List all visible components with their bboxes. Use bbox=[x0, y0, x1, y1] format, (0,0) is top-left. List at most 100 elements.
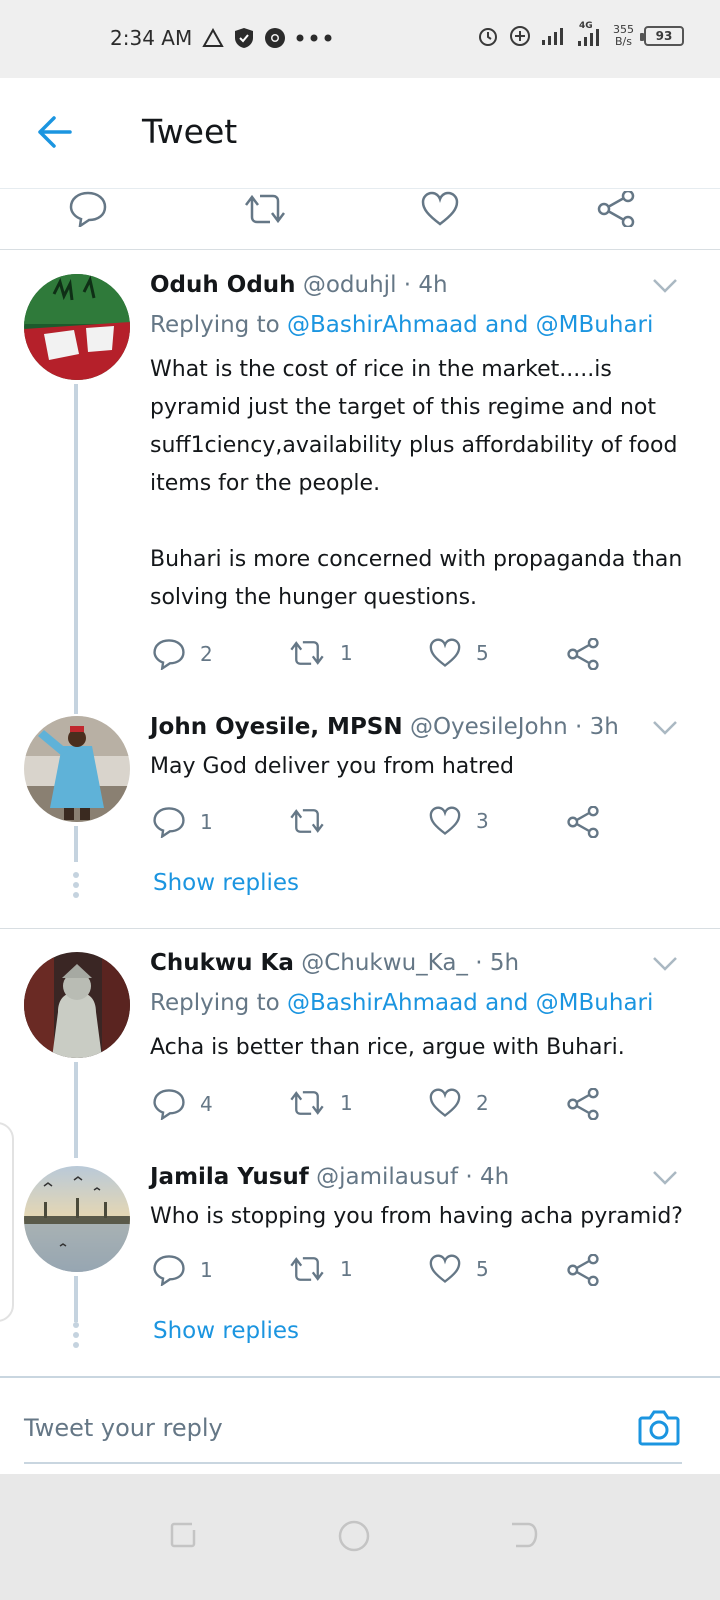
status-bar: 2:34 AM 4G 355 B/s 93 bbox=[0, 0, 720, 78]
battery-level: 93 bbox=[655, 29, 673, 43]
shield-icon bbox=[234, 27, 254, 49]
reply-tweet[interactable]: Oduh Oduh @oduhjl · 4h Replying to @Bash… bbox=[0, 250, 720, 714]
reply-icon[interactable] bbox=[68, 191, 108, 231]
header: Tweet bbox=[0, 78, 720, 188]
tweet-text: Acha is better than rice, argue with Buh… bbox=[150, 1035, 625, 1060]
like-count: 2 bbox=[476, 1091, 489, 1115]
recents-icon[interactable] bbox=[168, 1520, 198, 1554]
reply-count: 1 bbox=[200, 1258, 213, 1282]
retweet-action[interactable]: 1 bbox=[288, 1254, 353, 1284]
like-action[interactable]: 5 bbox=[428, 638, 489, 668]
retweet-action[interactable]: 1 bbox=[288, 1088, 353, 1118]
like-icon bbox=[429, 1254, 461, 1283]
page-title: Tweet bbox=[142, 112, 238, 151]
tweet-actions: 1 1 5 bbox=[152, 1254, 612, 1288]
reply-count: 2 bbox=[200, 642, 213, 666]
signal-label: 4G bbox=[579, 21, 593, 31]
thread-line bbox=[74, 1276, 78, 1322]
share-action[interactable] bbox=[566, 1088, 600, 1120]
reply-input-underline bbox=[24, 1462, 682, 1464]
reply-tweet[interactable]: Jamila Yusuf @jamilausuf · 4h Who is sto… bbox=[0, 1144, 720, 1374]
tweet-actions: 4 1 2 bbox=[152, 1088, 612, 1122]
retweet-icon[interactable] bbox=[242, 191, 288, 231]
chevron-down-icon[interactable] bbox=[652, 278, 678, 298]
tweet-header: Jamila Yusuf @jamilausuf · 4h bbox=[150, 1164, 509, 1190]
retweet-icon bbox=[290, 1257, 324, 1281]
display-name[interactable]: Chukwu Ka bbox=[150, 950, 294, 976]
reply-action[interactable]: 2 bbox=[152, 638, 213, 670]
alarm-icon bbox=[477, 25, 499, 47]
tweet-header: John Oyesile, MPSN @OyesileJohn · 3h bbox=[150, 714, 619, 740]
replying-prefix: Replying to bbox=[150, 312, 287, 338]
chevron-down-icon[interactable] bbox=[652, 720, 678, 740]
battery-icon: 93 bbox=[640, 26, 684, 46]
chevron-down-icon[interactable] bbox=[652, 956, 678, 976]
reply-count: 1 bbox=[200, 810, 213, 834]
like-icon bbox=[429, 638, 461, 667]
share-action[interactable] bbox=[566, 1254, 600, 1286]
retweet-icon bbox=[290, 1091, 324, 1115]
handle-time: @OyesileJohn · 3h bbox=[409, 714, 619, 740]
tweet-actions: 1 3 bbox=[152, 806, 612, 840]
like-count: 5 bbox=[476, 641, 489, 665]
retweet-icon bbox=[290, 641, 324, 665]
retweet-count: 1 bbox=[340, 641, 353, 665]
show-replies-link[interactable]: Show replies bbox=[153, 870, 299, 896]
avatar[interactable] bbox=[24, 1166, 130, 1272]
reply-tweet[interactable]: John Oyesile, MPSN @OyesileJohn · 3h May… bbox=[0, 694, 720, 928]
like-action[interactable]: 3 bbox=[428, 806, 489, 836]
avatar[interactable] bbox=[24, 952, 130, 1058]
share-action[interactable] bbox=[566, 638, 600, 670]
like-count: 5 bbox=[476, 1257, 489, 1281]
thread-dots bbox=[73, 872, 79, 902]
show-replies-link[interactable]: Show replies bbox=[153, 1318, 299, 1344]
tweet-text: Who is stopping you from having acha pyr… bbox=[150, 1204, 683, 1229]
signal-icon bbox=[541, 26, 567, 46]
tweet-text: May God deliver you from hatred bbox=[150, 754, 514, 779]
avatar[interactable] bbox=[24, 716, 130, 822]
reply-tweet[interactable]: Chukwu Ka @Chukwu_Ka_ · 5h Replying to @… bbox=[0, 930, 720, 1158]
replying-prefix: Replying to bbox=[150, 990, 287, 1016]
share-icon bbox=[567, 1254, 599, 1286]
status-time: 2:34 AM bbox=[110, 26, 193, 50]
reply-icon bbox=[153, 1089, 185, 1120]
display-name[interactable]: John Oyesile, MPSN bbox=[150, 714, 403, 740]
like-icon bbox=[429, 1088, 461, 1117]
replying-to-link[interactable]: @BashirAhmaad and @MBuhari bbox=[287, 990, 653, 1016]
tweet-text: What is the cost of rice in the market..… bbox=[150, 357, 683, 610]
data-saver-icon bbox=[509, 25, 531, 47]
share-icon bbox=[567, 638, 599, 670]
like-action[interactable]: 5 bbox=[428, 1254, 489, 1284]
display-name[interactable]: Oduh Oduh bbox=[150, 272, 296, 298]
alert-triangle-icon bbox=[202, 28, 224, 48]
display-name[interactable]: Jamila Yusuf bbox=[150, 1164, 309, 1190]
retweet-action[interactable]: 1 bbox=[288, 638, 353, 668]
tweet-actions: 2 1 5 bbox=[152, 638, 612, 672]
back-arrow-icon[interactable] bbox=[36, 114, 74, 154]
reply-action[interactable]: 4 bbox=[152, 1088, 213, 1120]
camera-icon[interactable] bbox=[638, 1408, 680, 1450]
avatar[interactable] bbox=[24, 274, 130, 380]
handle-time: @oduhjl · 4h bbox=[302, 272, 448, 298]
thread-line bbox=[74, 384, 78, 714]
tweet-header: Chukwu Ka @Chukwu_Ka_ · 5h bbox=[150, 950, 519, 976]
main-tweet-actions bbox=[0, 188, 720, 250]
home-icon[interactable] bbox=[338, 1520, 370, 1556]
chevron-down-icon[interactable] bbox=[652, 1170, 678, 1190]
reply-action[interactable]: 1 bbox=[152, 1254, 213, 1286]
share-icon[interactable] bbox=[596, 189, 636, 231]
back-icon[interactable] bbox=[508, 1520, 540, 1554]
replying-to-link[interactable]: @BashirAhmaad and @MBuhari bbox=[287, 312, 653, 338]
replying-to: Replying to @BashirAhmaad and @MBuhari bbox=[150, 312, 653, 338]
like-icon bbox=[429, 806, 461, 835]
reply-input[interactable]: Tweet your reply bbox=[24, 1414, 223, 1442]
edge-panel-handle[interactable] bbox=[0, 1122, 14, 1322]
thread-line bbox=[74, 826, 78, 862]
share-action[interactable] bbox=[566, 806, 600, 838]
like-icon[interactable] bbox=[420, 191, 460, 231]
reply-action[interactable]: 1 bbox=[152, 806, 213, 838]
divider bbox=[0, 928, 720, 929]
like-action[interactable]: 2 bbox=[428, 1088, 489, 1118]
retweet-action[interactable] bbox=[288, 806, 340, 836]
reply-count: 4 bbox=[200, 1092, 213, 1116]
